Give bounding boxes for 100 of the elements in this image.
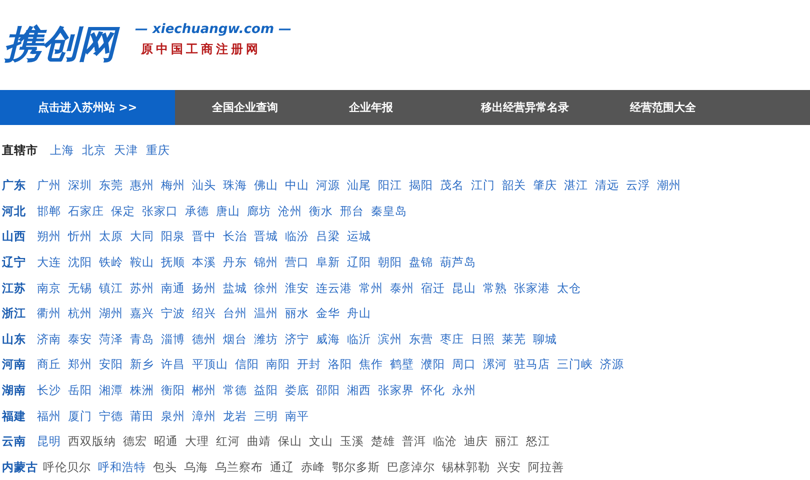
city-link[interactable]: 濮阳 xyxy=(421,357,445,372)
city-link[interactable]: 抚顺 xyxy=(161,255,185,270)
city-link[interactable]: 阳江 xyxy=(378,178,402,194)
city-link[interactable]: 湘潭 xyxy=(99,383,123,398)
city-link[interactable]: 石家庄 xyxy=(68,204,104,219)
city-link[interactable]: 吕梁 xyxy=(316,229,340,244)
city-link[interactable]: 东莞 xyxy=(99,178,123,194)
city-link[interactable]: 湘西 xyxy=(347,383,371,398)
city-link[interactable]: 沧州 xyxy=(278,204,302,219)
city-link[interactable]: 长治 xyxy=(223,229,247,244)
city-link[interactable]: 阜新 xyxy=(316,255,340,270)
site-logo[interactable]: 携创网 xyxy=(2,20,121,70)
province-label[interactable]: 浙江 xyxy=(2,306,30,322)
city-link[interactable]: 大同 xyxy=(130,229,154,244)
province-label[interactable]: 山西 xyxy=(2,229,30,244)
city-link[interactable]: 滨州 xyxy=(378,332,402,347)
city-link[interactable]: 上海 xyxy=(50,143,74,158)
city-link[interactable]: 漳州 xyxy=(192,408,216,424)
city-link[interactable]: 绍兴 xyxy=(192,306,216,322)
city-link[interactable]: 济源 xyxy=(600,357,624,372)
city-link[interactable]: 怀化 xyxy=(421,383,445,398)
city-link[interactable]: 淄博 xyxy=(161,332,185,347)
city-link[interactable]: 厦门 xyxy=(68,408,92,424)
city-link[interactable]: 天津 xyxy=(114,143,138,158)
city-link[interactable]: 大连 xyxy=(37,255,61,270)
city-link[interactable]: 潮州 xyxy=(657,178,681,194)
city-link[interactable]: 青岛 xyxy=(130,332,154,347)
city-link[interactable]: 清远 xyxy=(595,178,619,194)
province-label[interactable]: 河北 xyxy=(2,204,30,219)
city-link[interactable]: 重庆 xyxy=(146,143,170,158)
city-link[interactable]: 朔州 xyxy=(37,229,61,244)
city-link[interactable]: 太原 xyxy=(99,229,123,244)
city-link[interactable]: 福州 xyxy=(37,408,61,424)
city-link[interactable]: 宁德 xyxy=(99,408,123,424)
city-link[interactable]: 南平 xyxy=(285,408,309,424)
city-link[interactable]: 岳阳 xyxy=(68,383,92,398)
city-link[interactable]: 平顶山 xyxy=(192,357,228,372)
city-link[interactable]: 铁岭 xyxy=(99,255,123,270)
city-link[interactable]: 营口 xyxy=(285,255,309,270)
city-link[interactable]: 衡阳 xyxy=(161,383,185,398)
province-label[interactable]: 河南 xyxy=(2,357,30,372)
city-link[interactable]: 台州 xyxy=(223,306,247,322)
city-link[interactable]: 汕头 xyxy=(192,178,216,194)
city-link[interactable]: 杭州 xyxy=(68,306,92,322)
city-link[interactable]: 呼和浩特 xyxy=(98,460,146,475)
city-link[interactable]: 河源 xyxy=(316,178,340,194)
city-link[interactable]: 永州 xyxy=(452,383,476,398)
city-link[interactable]: 汕尾 xyxy=(347,178,371,194)
city-link[interactable]: 临沂 xyxy=(347,332,371,347)
city-link[interactable]: 晋城 xyxy=(254,229,278,244)
city-link[interactable]: 韶关 xyxy=(502,178,526,194)
city-link[interactable]: 焦作 xyxy=(359,357,383,372)
city-link[interactable]: 南通 xyxy=(161,280,185,296)
city-link[interactable]: 常州 xyxy=(359,280,383,296)
city-link[interactable]: 信阳 xyxy=(235,357,259,372)
city-link[interactable]: 镇江 xyxy=(99,280,123,296)
city-link[interactable]: 许昌 xyxy=(161,357,185,372)
city-link[interactable]: 淮安 xyxy=(285,280,309,296)
city-link[interactable]: 江门 xyxy=(471,178,495,194)
province-label[interactable]: 广东 xyxy=(2,178,30,194)
province-label[interactable]: 山东 xyxy=(2,332,30,347)
city-link[interactable]: 盘锦 xyxy=(409,255,433,270)
city-link[interactable]: 济宁 xyxy=(285,332,309,347)
city-link[interactable]: 莱芜 xyxy=(502,332,526,347)
city-link[interactable]: 忻州 xyxy=(68,229,92,244)
city-link[interactable]: 漯河 xyxy=(483,357,507,372)
city-link[interactable]: 保定 xyxy=(111,204,135,219)
city-link[interactable]: 南京 xyxy=(37,280,61,296)
city-link[interactable]: 临汾 xyxy=(285,229,309,244)
city-link[interactable]: 昆山 xyxy=(452,280,476,296)
city-link[interactable]: 徐州 xyxy=(254,280,278,296)
city-link[interactable]: 苏州 xyxy=(130,280,154,296)
city-link[interactable]: 日照 xyxy=(471,332,495,347)
city-link[interactable]: 衢州 xyxy=(37,306,61,322)
city-link[interactable]: 邯郸 xyxy=(37,204,61,219)
city-link[interactable]: 连云港 xyxy=(316,280,352,296)
city-link[interactable]: 张家口 xyxy=(142,204,178,219)
city-link[interactable]: 中山 xyxy=(285,178,309,194)
city-link[interactable]: 宁波 xyxy=(161,306,185,322)
city-link[interactable]: 湛江 xyxy=(564,178,588,194)
city-link[interactable]: 昆明 xyxy=(37,434,61,450)
city-link[interactable]: 张家界 xyxy=(378,383,414,398)
city-link[interactable]: 安阳 xyxy=(99,357,123,372)
city-link[interactable]: 珠海 xyxy=(223,178,247,194)
city-link[interactable]: 鹤壁 xyxy=(390,357,414,372)
city-link[interactable]: 湖州 xyxy=(99,306,123,322)
city-link[interactable]: 娄底 xyxy=(285,383,309,398)
city-link[interactable]: 嘉兴 xyxy=(130,306,154,322)
city-link[interactable]: 三门峡 xyxy=(557,357,593,372)
province-label[interactable]: 内蒙古 xyxy=(2,460,36,475)
city-link[interactable]: 济南 xyxy=(37,332,61,347)
city-link[interactable]: 金华 xyxy=(316,306,340,322)
city-link[interactable]: 烟台 xyxy=(223,332,247,347)
city-link[interactable]: 肇庆 xyxy=(533,178,557,194)
city-link[interactable]: 温州 xyxy=(254,306,278,322)
province-label[interactable]: 福建 xyxy=(2,408,30,424)
city-link[interactable]: 郴州 xyxy=(192,383,216,398)
city-link[interactable]: 广州 xyxy=(37,178,61,194)
city-link[interactable]: 揭阳 xyxy=(409,178,433,194)
city-link[interactable]: 泉州 xyxy=(161,408,185,424)
